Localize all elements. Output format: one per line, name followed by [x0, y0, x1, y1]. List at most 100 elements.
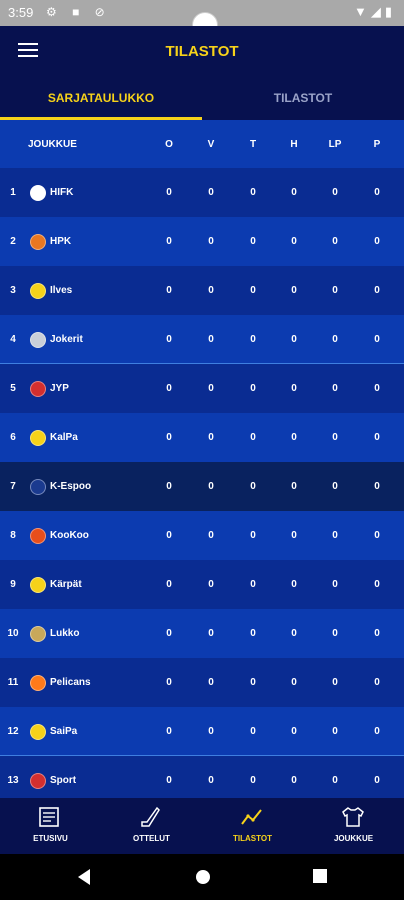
row-cell-v: 0 — [208, 530, 214, 541]
row-cell-h: 0 — [291, 530, 297, 541]
row-cell-p: 0 — [374, 775, 380, 786]
row-cell-lp: 0 — [332, 677, 338, 688]
row-cell-o: 0 — [166, 726, 172, 737]
row-cell-v: 0 — [208, 236, 214, 247]
table-row[interactable]: 1 HIFK 0 0 0 0 0 0 — [0, 168, 404, 217]
row-cell-v: 0 — [208, 187, 214, 198]
row-cell-lp: 0 — [332, 726, 338, 737]
table-row[interactable]: 10 Lukko 0 0 0 0 0 0 — [0, 609, 404, 658]
row-cell-h: 0 — [291, 775, 297, 786]
row-cell-v: 0 — [208, 579, 214, 590]
row-cell-o: 0 — [166, 677, 172, 688]
header-team: JOUKKUE — [28, 139, 77, 150]
row-cell-v: 0 — [208, 481, 214, 492]
row-team-name: HIFK — [50, 187, 74, 198]
row-rank: 8 — [10, 530, 16, 541]
table-row[interactable]: 9 Kärpät 0 0 0 0 0 0 — [0, 560, 404, 609]
table-row[interactable]: 7 K-Espoo 0 0 0 0 0 0 — [0, 462, 404, 511]
table-row[interactable]: 5 JYP 0 0 0 0 0 0 — [0, 364, 404, 413]
row-rank: 2 — [10, 236, 16, 247]
row-rank: 9 — [10, 579, 16, 590]
row-cell-p: 0 — [374, 677, 380, 688]
table-row[interactable]: 13 Sport 0 0 0 0 0 0 — [0, 756, 404, 798]
table-row[interactable]: 4 Jokerit 0 0 0 0 0 0 — [0, 315, 404, 364]
row-cell-lp: 0 — [332, 775, 338, 786]
row-cell-p: 0 — [374, 579, 380, 590]
row-team-name: Lukko — [50, 628, 80, 639]
row-cell-p: 0 — [374, 628, 380, 639]
row-cell-t: 0 — [250, 383, 256, 394]
row-cell-o: 0 — [166, 285, 172, 296]
row-team-name: K-Espoo — [50, 481, 92, 492]
row-cell-t: 0 — [250, 579, 256, 590]
row-cell-h: 0 — [291, 383, 297, 394]
row-cell-t: 0 — [250, 481, 256, 492]
row-cell-t: 0 — [250, 236, 256, 247]
nav-joukkue-label: JOUKKUE — [333, 834, 374, 843]
row-cell-t: 0 — [250, 285, 256, 296]
table-row[interactable]: 6 KalPa 0 0 0 0 0 0 — [0, 413, 404, 462]
row-cell-o: 0 — [166, 432, 172, 443]
nav-etusivu[interactable]: ETUSIVU — [0, 798, 101, 854]
home-icon[interactable] — [194, 868, 212, 886]
row-cell-h: 0 — [291, 579, 297, 590]
row-rank: 4 — [10, 334, 16, 345]
row-cell-o: 0 — [166, 628, 172, 639]
hockey-stick-icon — [141, 806, 160, 827]
table-row[interactable]: 12 SaiPa 0 0 0 0 0 0 — [0, 707, 404, 756]
table-row[interactable]: 2 HPK 0 0 0 0 0 0 — [0, 217, 404, 266]
row-team-name: KalPa — [50, 432, 78, 443]
row-rank: 13 — [7, 775, 19, 786]
row-rank: 11 — [7, 677, 19, 688]
row-cell-p: 0 — [374, 334, 380, 345]
row-rank: 10 — [7, 628, 19, 639]
recents-icon[interactable] — [312, 868, 328, 884]
row-team-name: Pelicans — [50, 677, 91, 688]
nav-joukkue[interactable]: JOUKKUE — [303, 798, 404, 854]
row-cell-v: 0 — [208, 775, 214, 786]
row-cell-h: 0 — [291, 236, 297, 247]
nav-ottelut[interactable]: OTTELUT — [101, 798, 202, 854]
table-row[interactable]: 11 Pelicans 0 0 0 0 0 0 — [0, 658, 404, 707]
row-cell-h: 0 — [291, 726, 297, 737]
table-row[interactable]: 3 Ilves 0 0 0 0 0 0 — [0, 266, 404, 315]
row-rank: 7 — [10, 481, 16, 492]
nav-tilastot-label: TILASTOT — [233, 834, 272, 843]
table-row[interactable]: 8 KooKoo 0 0 0 0 0 0 — [0, 511, 404, 560]
tab-tilastot[interactable]: TILASTOT — [202, 78, 404, 120]
back-icon[interactable] — [76, 868, 92, 886]
team-logo-icon — [30, 577, 46, 593]
row-cell-h: 0 — [291, 285, 297, 296]
row-team-name: Kärpät — [50, 579, 82, 590]
nav-tilastot[interactable]: TILASTOT — [202, 798, 303, 854]
row-cell-o: 0 — [166, 530, 172, 541]
status-time: 3:59 — [8, 5, 34, 20]
team-logo-icon — [30, 381, 46, 397]
row-team-name: Jokerit — [50, 334, 83, 345]
row-team-name: SaiPa — [50, 726, 78, 737]
row-cell-o: 0 — [166, 187, 172, 198]
row-rank: 12 — [7, 726, 19, 737]
page-title: TILASTOT — [165, 43, 239, 60]
header-p: P — [373, 139, 381, 150]
row-cell-lp: 0 — [332, 628, 338, 639]
row-cell-t: 0 — [250, 432, 256, 443]
row-cell-lp: 0 — [332, 334, 338, 345]
row-cell-h: 0 — [291, 628, 297, 639]
tab-sarjataulukko[interactable]: SARJATAULUKKO — [0, 78, 202, 120]
row-cell-t: 0 — [250, 677, 256, 688]
row-team-name: Ilves — [50, 285, 73, 296]
team-logo-icon — [30, 430, 46, 446]
status-notification-icons: ⚙ ■ ⊘ — [46, 5, 111, 19]
bottom-navigation: ETUSIVU OTTELUT TILASTOT JOUKKUE — [0, 798, 404, 854]
row-cell-p: 0 — [374, 726, 380, 737]
row-cell-v: 0 — [208, 726, 214, 737]
stats-line-icon — [241, 809, 262, 825]
row-cell-lp: 0 — [332, 432, 338, 443]
jersey-icon — [342, 807, 364, 827]
row-cell-v: 0 — [208, 334, 214, 345]
row-cell-p: 0 — [374, 236, 380, 247]
row-cell-lp: 0 — [332, 481, 338, 492]
row-cell-lp: 0 — [332, 579, 338, 590]
row-cell-v: 0 — [208, 285, 214, 296]
